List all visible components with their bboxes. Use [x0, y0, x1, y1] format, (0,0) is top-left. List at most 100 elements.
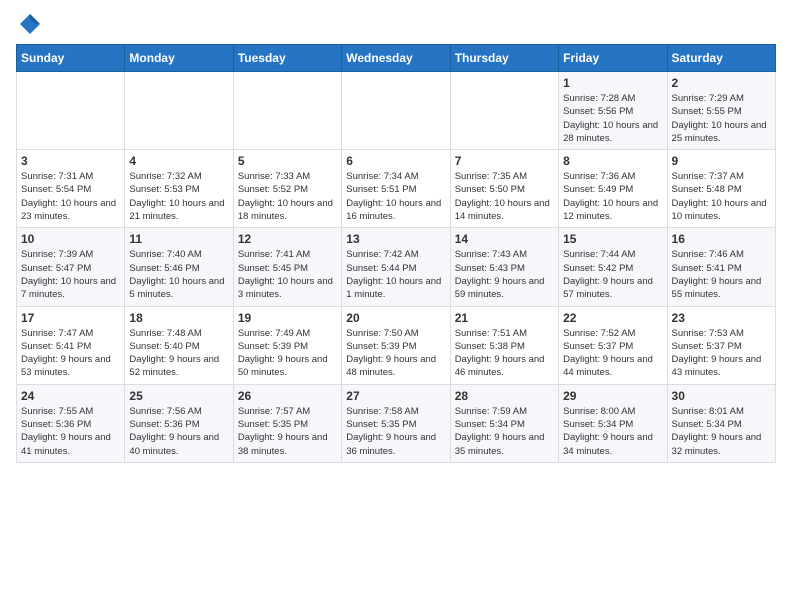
- day-info: Sunrise: 7:34 AMSunset: 5:51 PMDaylight:…: [346, 170, 445, 223]
- day-number: 19: [238, 311, 337, 325]
- page-header: [16, 16, 776, 36]
- calendar-cell: 30 Sunrise: 8:01 AMSunset: 5:34 PMDayligh…: [667, 384, 775, 462]
- day-number: 7: [455, 154, 554, 168]
- calendar-week-row: 17 Sunrise: 7:47 AMSunset: 5:41 PMDayligh…: [17, 306, 776, 384]
- calendar-week-row: 3 Sunrise: 7:31 AMSunset: 5:54 PMDaylight…: [17, 150, 776, 228]
- logo: [16, 16, 42, 36]
- day-number: 5: [238, 154, 337, 168]
- calendar-cell: 20Sunrise: 7:50 AMSunset: 5:39 PMDayligh…: [342, 306, 450, 384]
- day-info: Sunrise: 7:46 AMSunset: 5:41 PMDaylight:…: [672, 248, 771, 301]
- calendar-cell: 12 Sunrise: 7:41 AMSunset: 5:45 PMDayligh…: [233, 228, 341, 306]
- day-number: 24: [21, 389, 120, 403]
- calendar-header-wednesday: Wednesday: [342, 45, 450, 72]
- day-number: 2: [672, 76, 771, 90]
- day-info: Sunrise: 7:53 AMSunset: 5:37 PMDaylight:…: [672, 327, 771, 380]
- day-number: 17: [21, 311, 120, 325]
- day-info: Sunrise: 7:57 AMSunset: 5:35 PMDaylight:…: [238, 405, 337, 458]
- calendar-header-monday: Monday: [125, 45, 233, 72]
- day-number: 27: [346, 389, 445, 403]
- calendar-cell: 28 Sunrise: 7:59 AMSunset: 5:34 PMDayligh…: [450, 384, 558, 462]
- day-info: Sunrise: 7:52 AMSunset: 5:37 PMDaylight:…: [563, 327, 662, 380]
- calendar-cell: 23 Sunrise: 7:53 AMSunset: 5:37 PMDayligh…: [667, 306, 775, 384]
- day-info: Sunrise: 7:40 AMSunset: 5:46 PMDaylight:…: [129, 248, 228, 301]
- day-number: 4: [129, 154, 228, 168]
- day-number: 16: [672, 232, 771, 246]
- calendar-cell: 4 Sunrise: 7:32 AMSunset: 5:53 PMDaylight…: [125, 150, 233, 228]
- day-info: Sunrise: 8:00 AMSunset: 5:34 PMDaylight:…: [563, 405, 662, 458]
- calendar-cell: 24 Sunrise: 7:55 AMSunset: 5:36 PMDayligh…: [17, 384, 125, 462]
- calendar-cell: [342, 72, 450, 150]
- calendar-cell: 14 Sunrise: 7:43 AMSunset: 5:43 PMDayligh…: [450, 228, 558, 306]
- calendar-header-saturday: Saturday: [667, 45, 775, 72]
- day-number: 26: [238, 389, 337, 403]
- day-number: 13: [346, 232, 445, 246]
- calendar-header-thursday: Thursday: [450, 45, 558, 72]
- calendar-cell: 3 Sunrise: 7:31 AMSunset: 5:54 PMDaylight…: [17, 150, 125, 228]
- calendar-cell: 21 Sunrise: 7:51 AMSunset: 5:38 PMDayligh…: [450, 306, 558, 384]
- day-number: 28: [455, 389, 554, 403]
- calendar-week-row: 10 Sunrise: 7:39 AMSunset: 5:47 PMDayligh…: [17, 228, 776, 306]
- calendar-header-friday: Friday: [559, 45, 667, 72]
- day-info: Sunrise: 7:41 AMSunset: 5:45 PMDaylight:…: [238, 248, 337, 301]
- logo-icon: [18, 12, 42, 36]
- calendar-cell: 5 Sunrise: 7:33 AMSunset: 5:52 PMDaylight…: [233, 150, 341, 228]
- day-number: 21: [455, 311, 554, 325]
- day-info: Sunrise: 7:58 AMSunset: 5:35 PMDaylight:…: [346, 405, 445, 458]
- day-number: 10: [21, 232, 120, 246]
- day-number: 15: [563, 232, 662, 246]
- day-info: Sunrise: 7:33 AMSunset: 5:52 PMDaylight:…: [238, 170, 337, 223]
- day-info: Sunrise: 7:39 AMSunset: 5:47 PMDaylight:…: [21, 248, 120, 301]
- day-info: Sunrise: 7:37 AMSunset: 5:48 PMDaylight:…: [672, 170, 771, 223]
- day-number: 3: [21, 154, 120, 168]
- calendar-cell: [17, 72, 125, 150]
- calendar-cell: 17 Sunrise: 7:47 AMSunset: 5:41 PMDayligh…: [17, 306, 125, 384]
- day-info: Sunrise: 7:31 AMSunset: 5:54 PMDaylight:…: [21, 170, 120, 223]
- calendar-cell: 22 Sunrise: 7:52 AMSunset: 5:37 PMDayligh…: [559, 306, 667, 384]
- calendar-cell: [450, 72, 558, 150]
- day-info: Sunrise: 7:35 AMSunset: 5:50 PMDaylight:…: [455, 170, 554, 223]
- day-number: 9: [672, 154, 771, 168]
- calendar-cell: 2 Sunrise: 7:29 AMSunset: 5:55 PMDaylight…: [667, 72, 775, 150]
- day-number: 23: [672, 311, 771, 325]
- day-info: Sunrise: 7:48 AMSunset: 5:40 PMDaylight:…: [129, 327, 228, 380]
- calendar-cell: 16 Sunrise: 7:46 AMSunset: 5:41 PMDayligh…: [667, 228, 775, 306]
- day-info: Sunrise: 7:49 AMSunset: 5:39 PMDaylight:…: [238, 327, 337, 380]
- day-info: Sunrise: 7:43 AMSunset: 5:43 PMDaylight:…: [455, 248, 554, 301]
- day-number: 6: [346, 154, 445, 168]
- day-info: Sunrise: 8:01 AMSunset: 5:34 PMDaylight:…: [672, 405, 771, 458]
- calendar-cell: [233, 72, 341, 150]
- day-info: Sunrise: 7:59 AMSunset: 5:34 PMDaylight:…: [455, 405, 554, 458]
- day-number: 25: [129, 389, 228, 403]
- calendar-cell: [125, 72, 233, 150]
- day-number: 12: [238, 232, 337, 246]
- calendar-cell: 10 Sunrise: 7:39 AMSunset: 5:47 PMDayligh…: [17, 228, 125, 306]
- day-number: 1: [563, 76, 662, 90]
- calendar-cell: 18Sunrise: 7:48 AMSunset: 5:40 PMDayligh…: [125, 306, 233, 384]
- day-info: Sunrise: 7:32 AMSunset: 5:53 PMDaylight:…: [129, 170, 228, 223]
- day-number: 11: [129, 232, 228, 246]
- day-number: 14: [455, 232, 554, 246]
- calendar-cell: 6 Sunrise: 7:34 AMSunset: 5:51 PMDaylight…: [342, 150, 450, 228]
- calendar-cell: 8Sunrise: 7:36 AMSunset: 5:49 PMDaylight…: [559, 150, 667, 228]
- calendar-week-row: 24 Sunrise: 7:55 AMSunset: 5:36 PMDayligh…: [17, 384, 776, 462]
- calendar-header-tuesday: Tuesday: [233, 45, 341, 72]
- day-number: 8: [563, 154, 662, 168]
- calendar-cell: 19 Sunrise: 7:49 AMSunset: 5:39 PMDayligh…: [233, 306, 341, 384]
- day-number: 30: [672, 389, 771, 403]
- calendar-header-row: SundayMondayTuesdayWednesdayThursdayFrid…: [17, 45, 776, 72]
- calendar-cell: 13 Sunrise: 7:42 AMSunset: 5:44 PMDayligh…: [342, 228, 450, 306]
- day-info: Sunrise: 7:42 AMSunset: 5:44 PMDaylight:…: [346, 248, 445, 301]
- day-number: 22: [563, 311, 662, 325]
- calendar-cell: 9 Sunrise: 7:37 AMSunset: 5:48 PMDaylight…: [667, 150, 775, 228]
- day-info: Sunrise: 7:29 AMSunset: 5:55 PMDaylight:…: [672, 92, 771, 145]
- calendar-table: SundayMondayTuesdayWednesdayThursdayFrid…: [16, 44, 776, 463]
- calendar-cell: 11 Sunrise: 7:40 AMSunset: 5:46 PMDayligh…: [125, 228, 233, 306]
- day-info: Sunrise: 7:28 AMSunset: 5:56 PMDaylight:…: [563, 92, 662, 145]
- day-info: Sunrise: 7:51 AMSunset: 5:38 PMDaylight:…: [455, 327, 554, 380]
- day-info: Sunrise: 7:55 AMSunset: 5:36 PMDaylight:…: [21, 405, 120, 458]
- day-info: Sunrise: 7:50 AMSunset: 5:39 PMDaylight:…: [346, 327, 445, 380]
- calendar-cell: 26 Sunrise: 7:57 AMSunset: 5:35 PMDayligh…: [233, 384, 341, 462]
- calendar-cell: 7 Sunrise: 7:35 AMSunset: 5:50 PMDaylight…: [450, 150, 558, 228]
- day-info: Sunrise: 7:47 AMSunset: 5:41 PMDaylight:…: [21, 327, 120, 380]
- calendar-cell: 25Sunrise: 7:56 AMSunset: 5:36 PMDayligh…: [125, 384, 233, 462]
